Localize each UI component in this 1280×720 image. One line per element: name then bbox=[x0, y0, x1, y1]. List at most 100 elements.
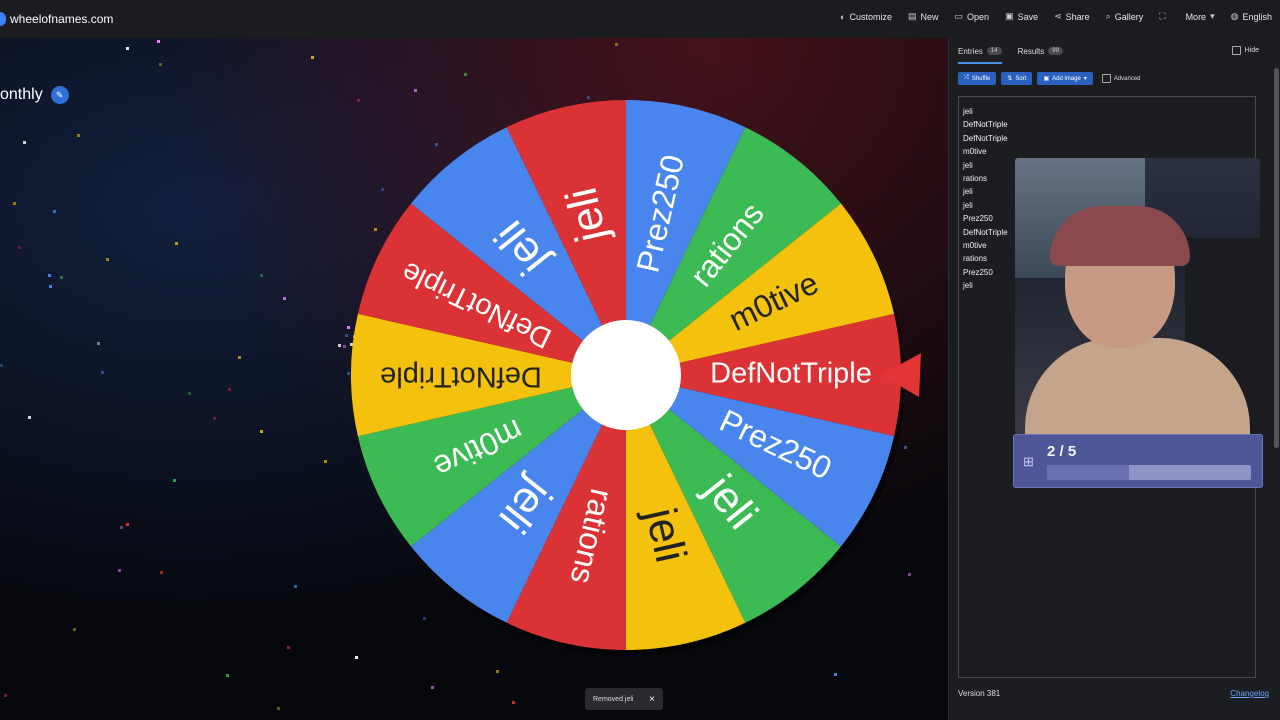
logo-icon bbox=[0, 12, 6, 26]
advanced-toggle[interactable]: Advanced bbox=[1101, 74, 1141, 83]
confetti-piece bbox=[105, 257, 109, 261]
share-icon: ⋖ bbox=[1054, 11, 1062, 21]
fullscreen-icon: ⛶ bbox=[1159, 11, 1166, 21]
edit-title-button[interactable]: ✎ bbox=[50, 86, 69, 104]
confetti-piece bbox=[188, 391, 192, 395]
nav-item-label: New bbox=[920, 11, 939, 22]
save-icon: ▣ bbox=[1005, 11, 1014, 21]
nav-item-open[interactable]: ▭ Open bbox=[955, 11, 990, 22]
page-title: onthly bbox=[0, 86, 43, 103]
toast-text: Removed jeli bbox=[593, 695, 634, 703]
advanced-label: Advanced bbox=[1113, 75, 1141, 82]
add-image-button[interactable]: ▣ Add image ▾ bbox=[1037, 72, 1093, 85]
nav-item-label: Share bbox=[1065, 11, 1090, 22]
confetti-piece bbox=[48, 285, 52, 289]
confetti-piece bbox=[226, 673, 230, 677]
confetti-piece bbox=[100, 370, 104, 374]
entries-toolbar: ⤮ Shuffle ⇅ Sort ▣ Add image ▾ Advanced bbox=[958, 72, 1141, 85]
wheel-center-spin-button[interactable] bbox=[571, 320, 681, 430]
confetti-piece bbox=[12, 202, 16, 206]
confetti-piece bbox=[27, 415, 31, 419]
nav-item-label: Customize bbox=[849, 11, 892, 22]
confetti-piece bbox=[287, 646, 291, 650]
changelog-link[interactable]: Changelog bbox=[1230, 689, 1269, 698]
confetti-piece bbox=[512, 701, 516, 705]
confetti-piece bbox=[310, 56, 314, 60]
goal-progress-fill bbox=[1047, 465, 1129, 480]
shuffle-label: Shuffle bbox=[971, 75, 991, 82]
nav-item-more[interactable]: More ▾ bbox=[1186, 11, 1215, 22]
nav-item-save[interactable]: ▣ Save bbox=[1005, 11, 1038, 22]
nav-item-fullscreen[interactable]: ⛶ bbox=[1159, 11, 1169, 22]
entry-line: DefNotTriple bbox=[963, 133, 1008, 143]
confetti-piece bbox=[125, 46, 129, 50]
panel-scrollbar[interactable] bbox=[1274, 68, 1279, 448]
goal-text: 2 / 5 bbox=[1047, 443, 1077, 460]
hide-toggle[interactable]: Hide bbox=[1231, 46, 1259, 55]
confetti-piece bbox=[276, 707, 280, 711]
globe-icon: ◍ bbox=[1230, 11, 1239, 21]
sub-goal-widget: ⊞ 2 / 5 bbox=[1013, 434, 1263, 488]
shuffle-button[interactable]: ⤮ Shuffle bbox=[958, 72, 997, 85]
confetti-piece bbox=[72, 628, 76, 632]
tab-results-label: Results bbox=[1017, 46, 1045, 56]
confetti-piece bbox=[47, 273, 51, 277]
site-brand[interactable]: wheelofnames.com bbox=[0, 12, 113, 26]
nav-item-english[interactable]: ◍ English bbox=[1231, 11, 1272, 22]
confetti-piece bbox=[97, 341, 101, 345]
confetti-piece bbox=[324, 460, 328, 464]
nav-item-label: English bbox=[1242, 11, 1272, 22]
confetti-piece bbox=[22, 141, 26, 145]
nav-item-label: Open bbox=[967, 11, 990, 22]
nav-item-customize[interactable]: ◐ Customize bbox=[840, 11, 892, 22]
confetti-piece bbox=[238, 355, 242, 359]
panel-tabs: Entries 14 Results 99 bbox=[949, 38, 1280, 64]
entry-line: m0tive bbox=[963, 147, 987, 157]
confetti-piece bbox=[117, 569, 121, 573]
results-count-badge: 99 bbox=[1048, 47, 1063, 55]
confetti-piece bbox=[76, 134, 80, 138]
hide-checkbox[interactable] bbox=[1231, 46, 1241, 55]
entries-count-badge: 14 bbox=[986, 47, 1002, 55]
nav-item-label: Gallery bbox=[1114, 11, 1144, 22]
confetti-piece bbox=[60, 276, 64, 280]
sort-button[interactable]: ⇅ Sort bbox=[1001, 72, 1033, 85]
version-label: Version 381 bbox=[958, 689, 1001, 698]
toast-notification: Removed jeli × bbox=[585, 688, 663, 710]
confetti-piece bbox=[259, 430, 263, 434]
top-navigation-bar: wheelofnames.com ◐ Customize ▤ New ▭ Open ▣ Sav… bbox=[0, 0, 1280, 39]
confetti-piece bbox=[159, 571, 163, 575]
nav-item-new[interactable]: ▤ New bbox=[908, 11, 939, 22]
wheel-slice-label: DefNotTriple bbox=[710, 358, 872, 390]
tab-entries[interactable]: Entries 14 bbox=[958, 38, 1002, 64]
search-icon: ⌕ bbox=[1105, 11, 1111, 21]
sort-icon: ⇅ bbox=[1007, 76, 1013, 82]
toast-close-button[interactable]: × bbox=[649, 694, 655, 705]
goal-progress-bar bbox=[1047, 465, 1251, 480]
gift-icon: ⊞ bbox=[1023, 454, 1034, 469]
webcam-person-cap bbox=[1050, 206, 1190, 266]
confetti-piece bbox=[125, 523, 129, 527]
confetti-piece bbox=[172, 478, 176, 482]
shuffle-icon: ⤮ bbox=[964, 75, 969, 81]
page-title-row: onthly ✎ bbox=[0, 86, 69, 104]
folder-icon: ▭ bbox=[954, 11, 964, 21]
chevron-down-icon: ▾ bbox=[1083, 76, 1087, 82]
nav-menu: ◐ Customize ▤ New ▭ Open ▣ Save ⋖ Share ⌕ Gallery ⛶ M… bbox=[840, 11, 1272, 22]
nav-item-share[interactable]: ⋖ Share bbox=[1054, 11, 1090, 22]
confetti-piece bbox=[430, 685, 434, 689]
site-name: wheelofnames.com bbox=[10, 12, 114, 26]
confetti-piece bbox=[175, 241, 179, 245]
nav-item-label: More bbox=[1185, 11, 1207, 22]
confetti-piece bbox=[615, 43, 619, 47]
hide-label: Hide bbox=[1244, 47, 1259, 54]
tab-results[interactable]: Results 99 bbox=[1018, 38, 1063, 64]
webcam-overlay bbox=[1015, 158, 1260, 434]
add-image-label: Add image bbox=[1052, 75, 1081, 82]
confetti-piece bbox=[293, 585, 297, 589]
advanced-checkbox[interactable] bbox=[1101, 74, 1111, 83]
confetti-piece bbox=[18, 245, 22, 249]
wheel-of-names[interactable]: DefNotTriplePrez250jelijelirationsjelim0… bbox=[330, 70, 930, 680]
nav-item-gallery[interactable]: ⌕ Gallery bbox=[1106, 11, 1144, 22]
wheel-slice-label: DefNotTriple bbox=[380, 360, 542, 392]
